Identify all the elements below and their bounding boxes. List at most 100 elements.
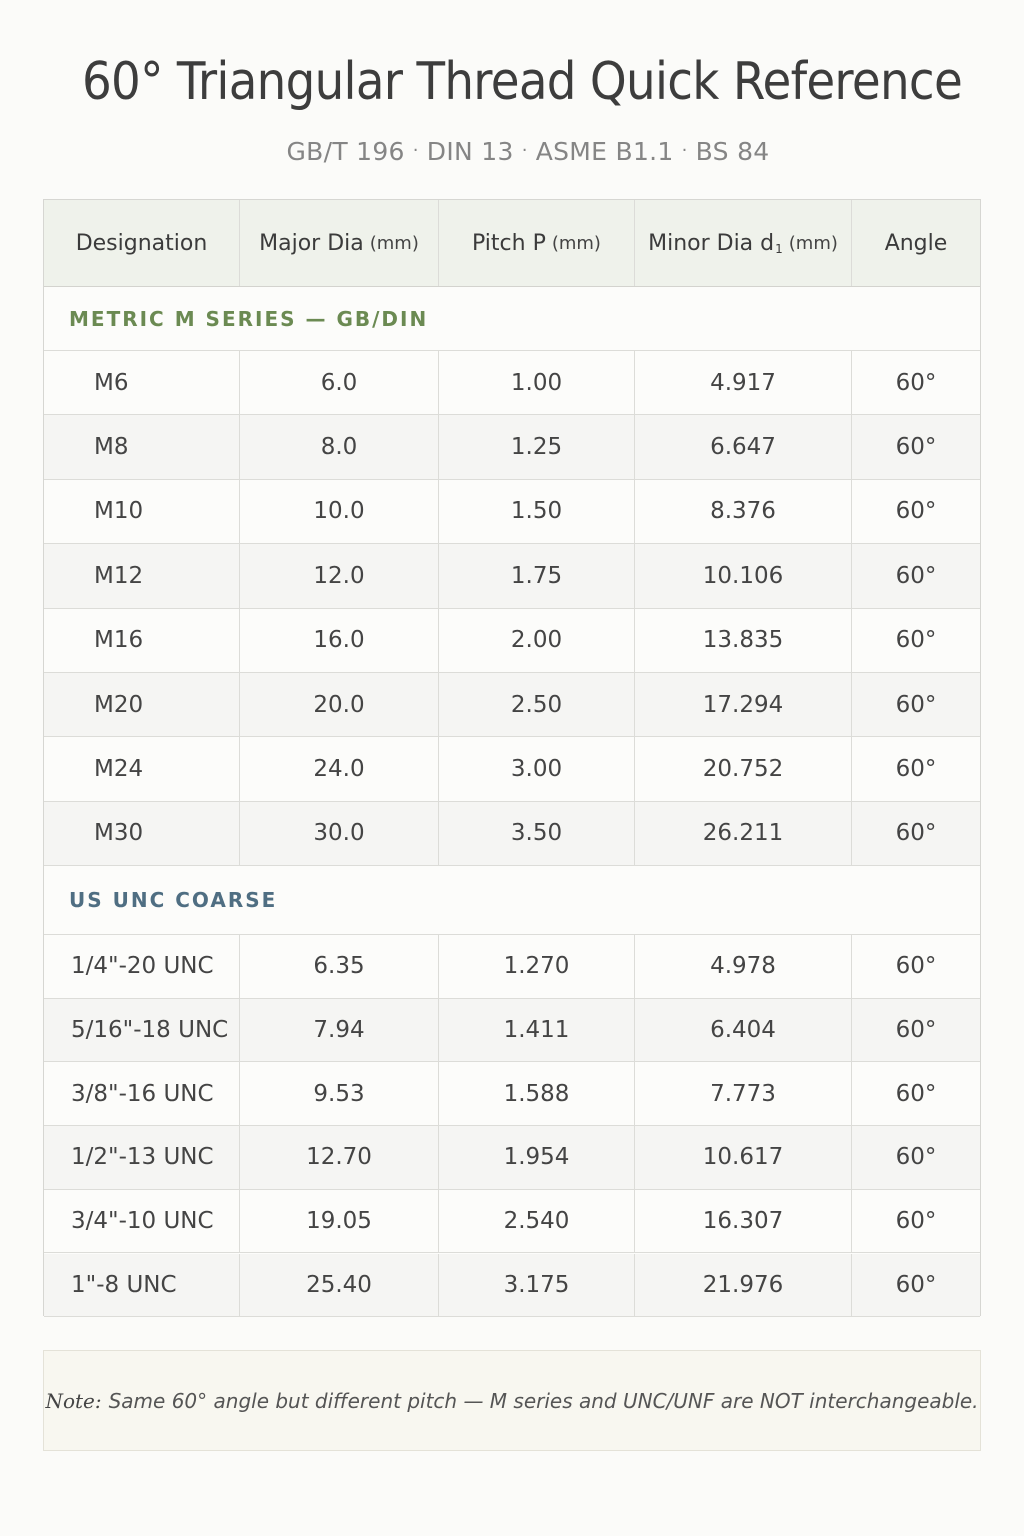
- table-row: 3/8"-16 UNC 9.53 1.588 7.773 60°: [44, 1062, 980, 1127]
- cell-minor-dia: 8.376: [635, 479, 852, 544]
- standards-separator: ·: [521, 140, 528, 161]
- cell-pitch: 2.50: [439, 673, 635, 737]
- cell-pitch: 1.00: [439, 351, 635, 415]
- note-label: Note:: [45, 1388, 102, 1413]
- cell-pitch: 1.954: [439, 1126, 635, 1189]
- table-row: 1"-8 UNC 25.40 3.175 21.976 60°: [44, 1253, 980, 1318]
- cell-designation: M20: [44, 673, 240, 737]
- cell-minor-dia: 4.917: [635, 351, 852, 415]
- metric-section-title: METRIC M SERIES — GB/DIN: [44, 287, 980, 351]
- table-row: M24 24.0 3.00 20.752 60°: [44, 737, 980, 802]
- cell-designation: M8: [44, 415, 240, 479]
- standards-separator: ·: [681, 140, 688, 161]
- cell-minor-dia: 17.294: [635, 673, 852, 737]
- header-minor-dia-label: Minor Dia d: [648, 230, 775, 256]
- cell-designation: 5/16"-18 UNC: [44, 998, 240, 1062]
- cell-angle: 60°: [895, 627, 937, 654]
- standard-bs84: BS 84: [695, 137, 770, 166]
- standard-asme-b1-1: ASME B1.1: [535, 137, 674, 166]
- cell-major-dia: 6.35: [240, 935, 439, 998]
- cell-major-dia: 25.40: [240, 1253, 439, 1317]
- header-designation-label: Designation: [75, 230, 208, 256]
- cell-minor-dia: 16.307: [635, 1189, 852, 1253]
- cell-major-dia: 8.0: [240, 415, 439, 479]
- unc-section-title: US UNC COARSE: [44, 866, 980, 935]
- table-row: M8 8.0 1.25 6.647 60°: [44, 415, 980, 480]
- header-minor-dia-subscript: 1: [775, 242, 783, 256]
- cell-pitch: 1.588: [439, 1062, 635, 1126]
- cell-major-dia: 6.0: [240, 351, 439, 415]
- cell-angle: 60°: [895, 1208, 937, 1235]
- cell-major-dia: 9.53: [240, 1062, 439, 1126]
- table-header-row: Designation Major Dia (mm) Pitch P (mm) Mi…: [44, 200, 980, 287]
- cell-minor-dia: 26.211: [635, 801, 852, 866]
- cell-pitch: 1.50: [439, 479, 635, 544]
- note-text: Same 60° angle but different pitch — M s…: [108, 1388, 979, 1413]
- table-row: 1/2"-13 UNC 12.70 1.954 10.617 60°: [44, 1126, 980, 1190]
- cell-angle: 60°: [895, 691, 937, 718]
- cell-minor-dia: 21.976: [635, 1253, 852, 1317]
- cell-minor-dia: 4.978: [635, 935, 852, 998]
- cell-minor-dia: 20.752: [635, 737, 852, 801]
- table-row: M6 6.0 1.00 4.917 60°: [44, 351, 980, 416]
- header-designation: Designation: [44, 200, 240, 286]
- cell-designation: 1"-8 UNC: [44, 1253, 240, 1317]
- standard-din13: DIN 13: [426, 137, 514, 166]
- cell-pitch: 3.50: [439, 801, 635, 866]
- cell-minor-dia: 6.404: [635, 998, 852, 1062]
- header-angle: Angle: [852, 200, 980, 286]
- table-row: M16 16.0 2.00 13.835 60°: [44, 608, 980, 673]
- thread-table: Designation Major Dia (mm) Pitch P (mm) Mi…: [43, 199, 981, 1318]
- cell-pitch: 3.175: [439, 1253, 635, 1317]
- interchangeability-note: Note: Same 60° angle but different pitch …: [43, 1350, 981, 1451]
- cell-major-dia: 10.0: [240, 479, 439, 544]
- cell-designation: M16: [44, 608, 240, 672]
- standard-gbt196: GB/T 196: [286, 137, 405, 166]
- cell-major-dia: 19.05: [240, 1189, 439, 1253]
- cell-angle: 60°: [895, 369, 937, 396]
- cell-minor-dia: 10.106: [635, 544, 852, 608]
- cell-designation: M24: [44, 737, 240, 801]
- cell-major-dia: 7.94: [240, 998, 439, 1062]
- cell-designation: 1/4"-20 UNC: [44, 935, 240, 998]
- cell-pitch: 1.75: [439, 544, 635, 608]
- table-row: M20 20.0 2.50 17.294 60°: [44, 673, 980, 738]
- header-pitch-unit: (mm): [551, 232, 601, 254]
- header-minor-dia-unit: (mm): [788, 232, 838, 254]
- cell-major-dia: 30.0: [240, 801, 439, 866]
- table-row: M10 10.0 1.50 8.376 60°: [44, 479, 980, 545]
- cell-major-dia: 24.0: [240, 737, 439, 801]
- cell-designation: M6: [44, 351, 240, 415]
- cell-pitch: 1.25: [439, 415, 635, 479]
- table-row: M12 12.0 1.75 10.106 60°: [44, 544, 980, 609]
- standards-subtitle: GB/T 196 · DIN 13 · ASME B1.1 · BS 84: [0, 137, 1024, 166]
- cell-angle: 60°: [895, 1080, 937, 1107]
- cell-major-dia: 12.70: [240, 1126, 439, 1189]
- header-pitch-label: Pitch P: [472, 230, 546, 256]
- cell-pitch: 1.411: [439, 998, 635, 1062]
- header-major-dia-label: Major Dia: [259, 230, 364, 256]
- header-angle-label: Angle: [884, 230, 948, 256]
- standards-separator: ·: [412, 140, 419, 161]
- cell-minor-dia: 6.647: [635, 415, 852, 479]
- cell-pitch: 1.270: [439, 935, 635, 998]
- cell-pitch: 2.00: [439, 608, 635, 672]
- cell-designation: M30: [44, 801, 240, 866]
- table-row: 3/4"-10 UNC 19.05 2.540 16.307 60°: [44, 1189, 980, 1254]
- header-major-dia: Major Dia (mm): [240, 200, 439, 286]
- cell-angle: 60°: [895, 820, 937, 847]
- cell-designation: M10: [44, 479, 240, 544]
- header-major-dia-unit: (mm): [369, 232, 419, 254]
- cell-minor-dia: 13.835: [635, 608, 852, 672]
- cell-pitch: 2.540: [439, 1189, 635, 1253]
- cell-major-dia: 20.0: [240, 673, 439, 737]
- cell-designation: M12: [44, 544, 240, 608]
- cell-major-dia: 12.0: [240, 544, 439, 608]
- page-title: 60° Triangular Thread Quick Reference: [81, 52, 963, 112]
- cell-angle: 60°: [895, 1271, 937, 1298]
- table-row: M30 30.0 3.50 26.211 60°: [44, 801, 980, 867]
- cell-designation: 3/8"-16 UNC: [44, 1062, 240, 1126]
- cell-angle: 60°: [895, 1144, 937, 1171]
- cell-minor-dia: 10.617: [635, 1126, 852, 1189]
- table-row: 5/16"-18 UNC 7.94 1.411 6.404 60°: [44, 998, 980, 1063]
